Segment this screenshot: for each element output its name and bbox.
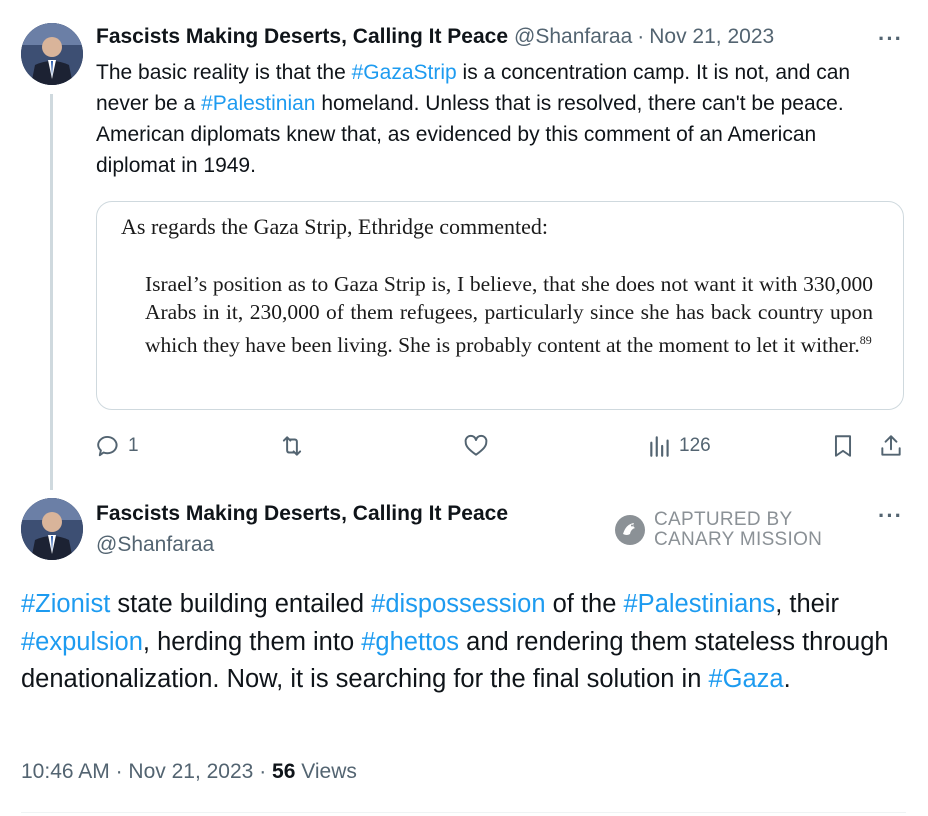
thread-connector-line	[50, 94, 53, 490]
text-segment: , herding them into	[142, 627, 362, 656]
author-name[interactable]: Fascists Making Deserts, Calling It Peac…	[96, 25, 508, 49]
bookmark-icon	[834, 435, 852, 457]
retweet-icon	[282, 436, 302, 456]
reply-icon	[97, 436, 118, 457]
separator-dot: ·	[115, 760, 123, 783]
quote-body: Israel’s position as to Gaza Strip is, I…	[145, 272, 873, 358]
avatar-image	[21, 498, 83, 560]
author-handle[interactable]: @Shanfaraa	[514, 25, 632, 49]
like-button[interactable]	[463, 433, 489, 459]
canary-mission-logo-icon	[615, 515, 645, 545]
hashtag-link[interactable]: #expulsion	[21, 628, 143, 656]
avatar[interactable]	[21, 498, 83, 560]
text-segment: The basic reality is that the	[96, 61, 352, 84]
canary-mission-watermark: CAPTURED BY CANARY MISSION	[614, 510, 822, 550]
bookmark-button[interactable]	[830, 433, 856, 459]
more-options-icon[interactable]: ···	[878, 26, 903, 52]
avatar[interactable]	[21, 23, 83, 85]
author-handle[interactable]: @Shanfaraa	[96, 533, 214, 557]
reply-count: 1	[128, 435, 139, 456]
hashtag-link[interactable]: #GazaStrip	[352, 61, 457, 84]
separator-dot: ·	[637, 25, 645, 48]
share-button[interactable]	[878, 433, 904, 459]
hashtag-link[interactable]: #dispossession	[371, 590, 545, 618]
more-options-icon[interactable]: ···	[878, 503, 903, 529]
image-intro-text: As regards the Gaza Strip, Ethridge comm…	[121, 214, 549, 239]
attached-image-card[interactable]: As regards the Gaza Strip, Ethridge comm…	[96, 201, 904, 410]
text-segment: of the	[545, 590, 624, 618]
text-segment: state building entailed	[110, 590, 372, 618]
tweet-text: #Zionist state building entailed #dispos…	[21, 586, 901, 699]
hashtag-link[interactable]: #Palestinians	[624, 590, 776, 618]
views-count: 126	[679, 435, 711, 456]
author-name[interactable]: Fascists Making Deserts, Calling It Peac…	[96, 502, 508, 526]
text-segment: .	[783, 665, 791, 693]
watermark-line1: CAPTURED BY	[654, 509, 793, 530]
views-count: 56	[272, 760, 296, 783]
tweet-time[interactable]: 10:46 AM	[21, 760, 110, 783]
footnote-marker: 89	[859, 333, 872, 347]
hashtag-link[interactable]: #ghettos	[361, 628, 459, 656]
hashtag-link[interactable]: #Palestinian	[201, 92, 315, 115]
tweet-text: The basic reality is that the #GazaStrip…	[96, 57, 896, 181]
avatar-image	[21, 23, 83, 85]
views-button[interactable]: 126	[647, 433, 711, 459]
image-quote-text: Israel’s position as to Gaza Strip is, I…	[145, 270, 873, 359]
tweet-meta: 10:46 AM · Nov 21, 2023 · 56 Views	[21, 760, 357, 784]
tweet-date[interactable]: Nov 21, 2023	[128, 760, 253, 783]
views-label: Views	[301, 760, 357, 783]
tweet-header: Fascists Making Deserts, Calling It Peac…	[96, 25, 774, 49]
text-segment: , their	[775, 590, 839, 618]
hashtag-link[interactable]: #Gaza	[708, 665, 783, 693]
tweet-date[interactable]: Nov 21, 2023	[649, 25, 774, 49]
divider	[21, 812, 906, 813]
retweet-button[interactable]	[279, 433, 305, 459]
views-icon	[650, 436, 669, 457]
like-icon	[464, 434, 488, 456]
watermark-text: CAPTURED BY CANARY MISSION	[654, 510, 822, 550]
reply-button[interactable]: 1	[96, 433, 139, 459]
separator-dot: ·	[259, 760, 267, 783]
hashtag-link[interactable]: #Zionist	[21, 590, 110, 618]
share-icon	[881, 435, 901, 456]
watermark-line2: CANARY MISSION	[654, 529, 823, 550]
